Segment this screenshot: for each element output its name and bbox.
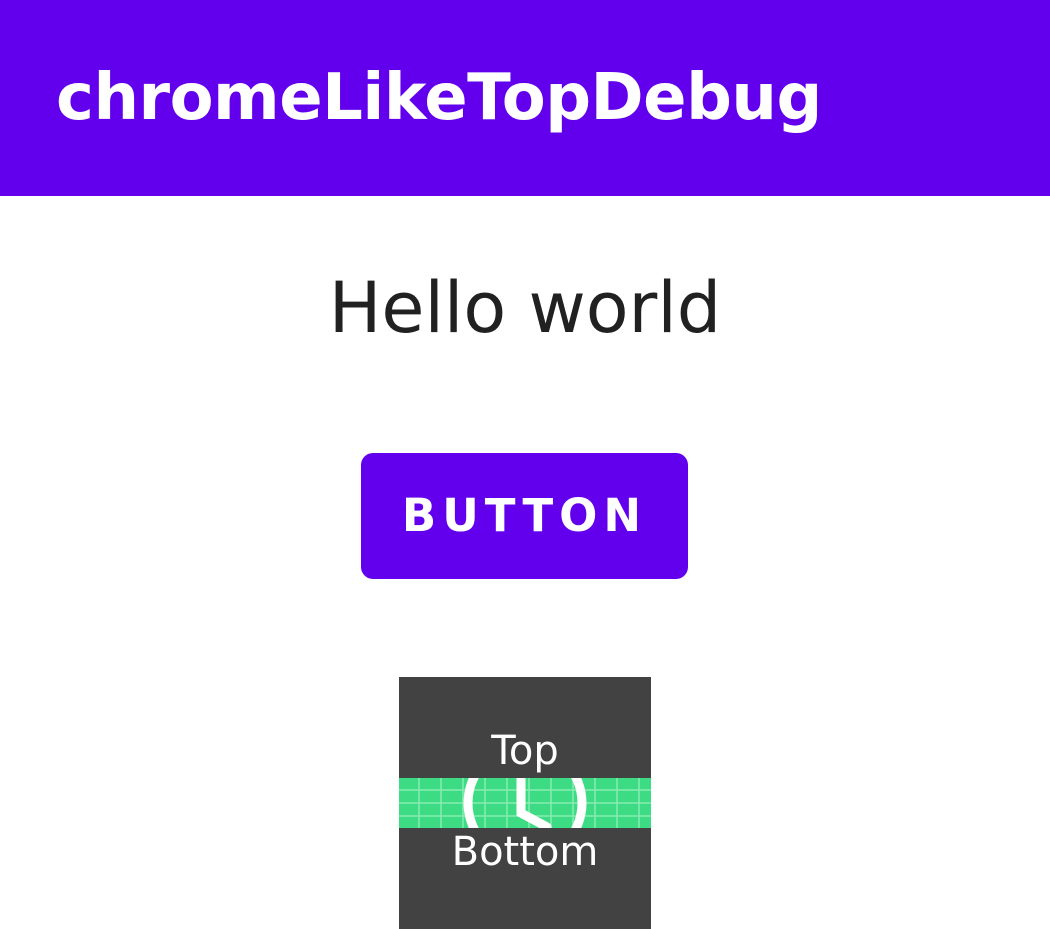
app-bar: chromeLikeTopDebug — [0, 0, 1050, 196]
preview-bottom-label: Bottom — [451, 829, 599, 875]
preview-tile: Top Bottom — [399, 677, 651, 929]
greeting-text: Hello world — [328, 267, 722, 349]
app-title: chromeLikeTopDebug — [56, 61, 822, 135]
preview-graphic — [399, 778, 651, 828]
primary-button[interactable]: BUTTON — [361, 453, 688, 579]
preview-top-label: Top — [491, 728, 559, 774]
